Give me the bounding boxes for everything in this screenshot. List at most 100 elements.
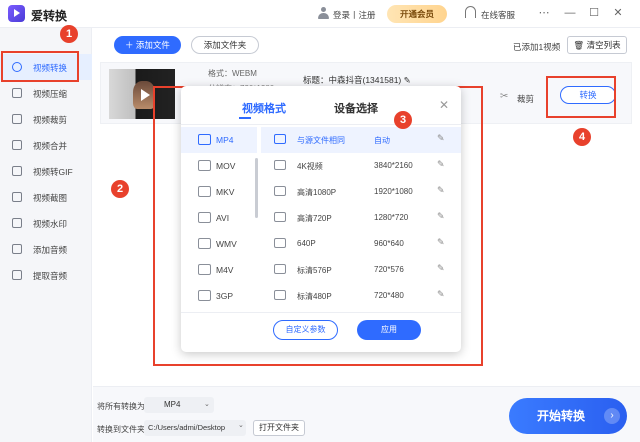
edit-icon[interactable]: ✎ xyxy=(437,211,445,222)
chevron-down-icon[interactable]: ⌄ xyxy=(238,421,244,429)
app-title: 爱转换 xyxy=(31,9,68,23)
edit-icon[interactable]: ✎ xyxy=(437,133,445,144)
clear-list-label: 清空列表 xyxy=(586,40,621,50)
close-icon[interactable]: ✕ xyxy=(439,98,449,112)
convert-all-select[interactable]: MP4 ⌄ xyxy=(144,397,214,413)
edit-icon[interactable]: ✎ xyxy=(437,289,445,300)
format-label: MOV xyxy=(216,161,236,171)
resolution-name: 标清480P xyxy=(297,292,332,301)
format-item-m4v[interactable]: M4V xyxy=(181,257,257,283)
edit-icon[interactable]: ✎ xyxy=(437,185,445,196)
resolution-name: 4K视频 xyxy=(297,162,323,171)
vip-button[interactable]: 开通会员 xyxy=(387,5,447,23)
format-item-3gp[interactable]: 3GP xyxy=(181,283,257,309)
sidebar-item-label: 添加音频 xyxy=(33,245,68,255)
format-icon xyxy=(198,290,211,301)
video-icon xyxy=(274,238,286,248)
resolution-name: 高清720P xyxy=(297,214,332,223)
resolution-row[interactable]: 标清576P 720*576 ✎ xyxy=(261,257,461,283)
login-register-link[interactable]: 登录丨注册 xyxy=(333,9,376,21)
apply-button[interactable]: 应用 xyxy=(357,320,421,340)
format-icon xyxy=(198,238,211,249)
watermark-icon xyxy=(12,218,22,228)
resolution-value: 720*480 xyxy=(374,291,404,300)
resolution-value: 720*576 xyxy=(374,265,404,274)
open-folder-button[interactable]: 打开文件夹 xyxy=(253,420,305,436)
sidebar: 视频转换 视频压缩 视频裁剪 视频合并 视频转GIF 视频截图 视频水印 添加音… xyxy=(0,28,92,442)
sidebar-item-video-compress[interactable]: 视频压缩 xyxy=(0,80,92,106)
resolution-name: 640P xyxy=(297,239,316,248)
sidebar-item-video-screenshot[interactable]: 视频截图 xyxy=(0,184,92,210)
format-scrollbar[interactable] xyxy=(255,158,258,218)
edit-icon[interactable]: ✎ xyxy=(437,237,445,248)
resolution-value: 自动 xyxy=(374,136,390,145)
plus-icon: ＋ xyxy=(125,40,136,50)
output-path-select[interactable]: C:/Users/admi/Desktop xyxy=(144,420,246,436)
format-icon xyxy=(198,186,211,197)
step-badge-2: 2 xyxy=(111,180,129,198)
online-service-link[interactable]: 在线客服 xyxy=(481,9,515,21)
resolution-name: 标清576P xyxy=(297,266,332,275)
sidebar-item-label: 视频水印 xyxy=(33,219,68,229)
file-title: 标题：中森抖音(1341581) ✎ xyxy=(303,74,411,86)
format-icon xyxy=(198,212,211,223)
format-item-mov[interactable]: MOV xyxy=(181,153,257,179)
file-title-text: 标题：中森抖音(1341581) xyxy=(303,75,402,85)
sidebar-item-video-to-gif[interactable]: 视频转GIF xyxy=(0,158,92,184)
sidebar-item-video-merge[interactable]: 视频合并 xyxy=(0,132,92,158)
sidebar-item-label: 视频转GIF xyxy=(33,167,73,177)
tab-video-format[interactable]: 视频格式 xyxy=(242,100,286,116)
resolution-row[interactable]: 4K视频 3840*2160 ✎ xyxy=(261,153,461,179)
resolution-row[interactable]: 高清720P 1280*720 ✎ xyxy=(261,205,461,231)
minimize-icon[interactable]: — xyxy=(562,5,578,21)
resolution-row[interactable]: 高清1080P 1920*1080 ✎ xyxy=(261,179,461,205)
user-icon xyxy=(318,7,329,19)
cut-button[interactable]: 裁剪 xyxy=(517,93,534,105)
step-badge-3: 3 xyxy=(394,111,412,129)
format-label: M4V xyxy=(216,265,234,275)
format-item-mp4[interactable]: MP4 xyxy=(181,127,257,153)
video-icon xyxy=(274,134,286,144)
more-icon[interactable]: ⋯ xyxy=(536,5,552,21)
format-item-mkv[interactable]: MKV xyxy=(181,179,257,205)
resolution-row[interactable]: 与源文件相同 自动 ✎ xyxy=(261,127,461,153)
sidebar-item-label: 视频截图 xyxy=(33,193,68,203)
edit-icon[interactable]: ✎ xyxy=(404,75,411,85)
annotation-box-4 xyxy=(546,76,616,118)
clear-list-button[interactable]: 🗑 清空列表 xyxy=(567,36,627,54)
sidebar-item-video-watermark[interactable]: 视频水印 xyxy=(0,210,92,236)
format-label: MP4 xyxy=(216,135,234,145)
video-icon xyxy=(274,290,286,300)
resolution-value: 3840*2160 xyxy=(374,161,413,170)
maximize-icon[interactable]: ☐ xyxy=(586,5,602,21)
merge-icon xyxy=(12,140,22,150)
video-icon xyxy=(274,264,286,274)
scissors-icon[interactable]: ✂ xyxy=(500,91,510,102)
format-icon xyxy=(198,160,211,171)
video-icon xyxy=(274,160,286,170)
edit-icon[interactable]: ✎ xyxy=(437,159,445,170)
headset-icon xyxy=(465,6,476,18)
tab-device-select[interactable]: 设备选择 xyxy=(334,100,378,116)
resolution-row[interactable]: 640P 960*640 ✎ xyxy=(261,231,461,257)
resolution-name: 与源文件相同 xyxy=(297,136,345,145)
sidebar-item-extract-audio[interactable]: 提取音频 xyxy=(0,262,92,288)
format-item-avi[interactable]: AVI xyxy=(181,205,257,231)
add-folder-button[interactable]: 添加文件夹 xyxy=(191,36,259,54)
chevron-down-icon: ⌄ xyxy=(204,401,210,408)
sidebar-item-video-crop[interactable]: 视频裁剪 xyxy=(0,106,92,132)
close-icon[interactable]: ✕ xyxy=(610,5,626,21)
custom-params-button[interactable]: 自定义参数 xyxy=(273,320,338,340)
add-file-button[interactable]: ＋ 添加文件 xyxy=(114,36,181,54)
video-icon xyxy=(274,212,286,222)
resolution-value: 1280*720 xyxy=(374,213,409,222)
video-icon xyxy=(274,186,286,196)
output-folder-label: 转换到文件夹: xyxy=(97,425,148,434)
format-label: WMV xyxy=(216,239,237,249)
resolution-row[interactable]: 标清480P 720*480 ✎ xyxy=(261,283,461,309)
format-item-wmv[interactable]: WMV xyxy=(181,231,257,257)
convert-all-label: 将所有转换为: xyxy=(97,402,148,411)
sidebar-item-add-audio[interactable]: 添加音频 xyxy=(0,236,92,262)
sidebar-item-label: 视频合并 xyxy=(33,141,68,151)
edit-icon[interactable]: ✎ xyxy=(437,263,445,274)
